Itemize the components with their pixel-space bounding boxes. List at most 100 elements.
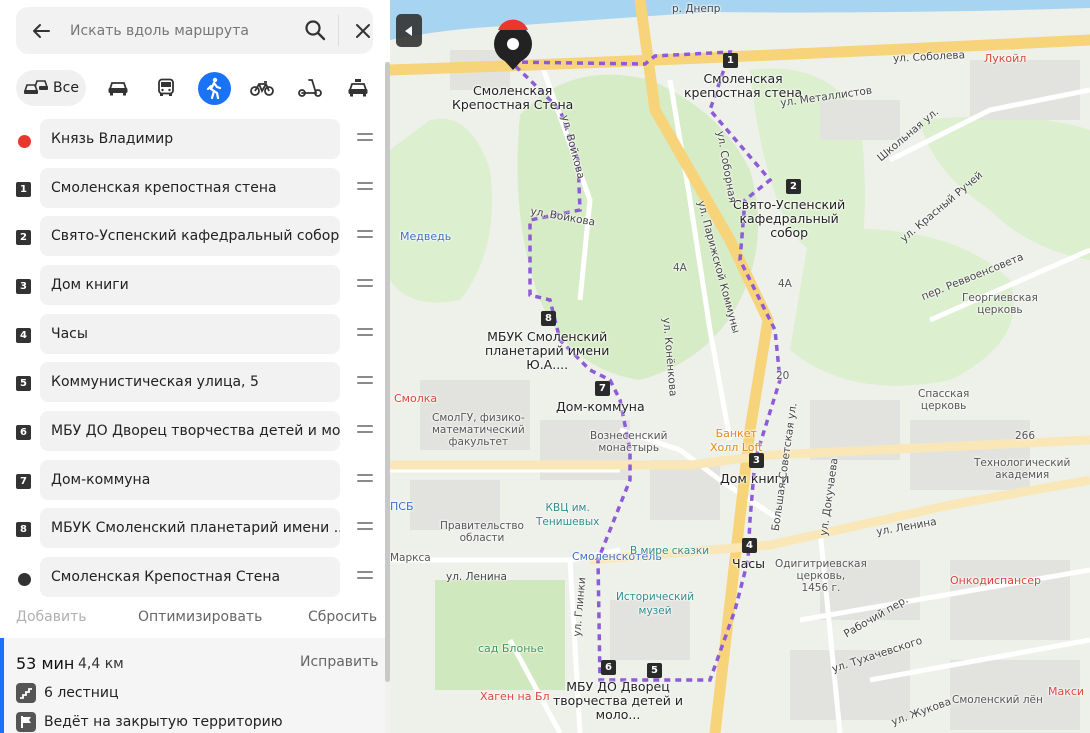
place-label[interactable]: сад Блонье: [478, 642, 544, 656]
place-label[interactable]: Онкодиспансер: [950, 574, 1041, 588]
house-number: 4А: [673, 262, 687, 274]
map-view[interactable]: 1 2 3 4 5 6 7 8 Смоленская крепостная сте…: [390, 0, 1090, 733]
route-marker-5[interactable]: 5: [647, 663, 662, 678]
route-duration: 53 мин: [16, 654, 75, 673]
route-stop-field[interactable]: Смоленская Крепостная Стена: [40, 557, 340, 597]
place-label[interactable]: Спасская церковь: [918, 388, 969, 412]
route-actions: Добавить Оптимизировать Сбросить: [0, 606, 385, 630]
add-stop-button[interactable]: Добавить: [16, 609, 86, 625]
route-marker-7[interactable]: 7: [595, 381, 610, 396]
fix-route-button[interactable]: Исправить: [300, 654, 379, 670]
place-label[interactable]: Банкет Холл Loft: [710, 427, 762, 455]
route-marker-4[interactable]: 4: [742, 538, 757, 553]
transport-mode-bar: Все: [14, 70, 378, 108]
stop-number-badge: 5: [16, 376, 31, 391]
stop-number-badge: 6: [16, 425, 31, 440]
mode-bike-button[interactable]: [244, 70, 280, 106]
collapse-panel-button[interactable]: [396, 14, 422, 47]
route-stop-field[interactable]: Князь Владимир: [40, 119, 340, 159]
optimize-button[interactable]: Оптимизировать: [138, 609, 262, 625]
mode-car-button[interactable]: [100, 70, 136, 106]
route-marker-6[interactable]: 6: [601, 660, 616, 675]
place-label[interactable]: Одигитриевская церковь, 1456 г.: [775, 558, 867, 594]
route-stop-field[interactable]: Смоленская крепостная стена: [40, 168, 340, 208]
route-marker-8[interactable]: 8: [541, 311, 556, 326]
place-label[interactable]: Исторический музей: [616, 590, 694, 618]
place-label[interactable]: Смоленский лён: [952, 694, 1043, 706]
map-label-stop-2[interactable]: Свято-Успенский кафедральный собор: [733, 198, 845, 240]
route-stop-field[interactable]: Коммунистическая улица, 5: [40, 362, 340, 402]
drag-handle-icon[interactable]: [357, 522, 373, 534]
route-stop-field[interactable]: Дом-коммуна: [40, 460, 340, 500]
drag-handle-icon[interactable]: [357, 425, 373, 437]
route-stop-field[interactable]: МБУК Смоленский планетарий имени ...: [40, 508, 340, 548]
mode-all-label: Все: [53, 80, 79, 96]
mode-transit-button[interactable]: [148, 70, 184, 106]
map-label-stop-7[interactable]: Дом-коммуна: [556, 400, 645, 414]
route-marker-2[interactable]: 2: [786, 179, 801, 194]
map-label-stop-8[interactable]: МБУК Смоленский планетарий имени Ю.А....: [485, 330, 609, 372]
stairs-note: 6 лестниц: [44, 685, 119, 701]
place-label[interactable]: Макси: [1048, 685, 1084, 699]
place-label: Маркса: [390, 552, 431, 564]
stairs-icon: [16, 683, 36, 703]
route-stop-field[interactable]: Дом книги: [40, 265, 340, 305]
search-icon[interactable]: [304, 19, 326, 41]
drag-handle-icon[interactable]: [357, 571, 373, 583]
drag-handle-icon[interactable]: [357, 279, 373, 291]
place-label[interactable]: Хаген на Бл: [480, 690, 550, 704]
mode-all-button[interactable]: Все: [16, 70, 86, 106]
drag-handle-icon[interactable]: [357, 182, 373, 194]
place-label[interactable]: ПСБ: [390, 500, 414, 514]
route-search-bar: [16, 7, 373, 54]
place-label[interactable]: Георгиевская церковь: [962, 292, 1038, 316]
drag-handle-icon[interactable]: [357, 133, 373, 145]
route-stop-field[interactable]: МБУ ДО Дворец творчества детей и мо...: [40, 411, 340, 451]
house-number: 4А: [778, 278, 792, 290]
back-arrow-icon[interactable]: [30, 20, 52, 42]
start-point-icon: [18, 135, 31, 148]
route-stop-6: 6 МБУ ДО Дворец творчества детей и мо...: [0, 411, 385, 455]
route-stop-field[interactable]: Свято-Успенский кафедральный собор: [40, 216, 340, 256]
place-label[interactable]: Лукойл: [984, 52, 1026, 66]
drag-handle-icon[interactable]: [357, 230, 373, 242]
street-label: ул. Ленина: [446, 571, 507, 583]
route-note-stairs: 6 лестниц: [16, 683, 119, 703]
route-stop-start: Князь Владимир: [0, 119, 385, 163]
close-icon[interactable]: [353, 21, 373, 41]
reset-button[interactable]: Сбросить: [308, 609, 377, 625]
route-marker-1[interactable]: 1: [723, 53, 738, 68]
stop-number-badge: 7: [16, 474, 31, 489]
place-label[interactable]: Технологический академия: [974, 457, 1070, 481]
drag-handle-icon[interactable]: [357, 474, 373, 486]
place-label[interactable]: В мире сказки: [630, 544, 709, 558]
route-stop-5: 5 Коммунистическая улица, 5: [0, 362, 385, 406]
mode-scooter-button[interactable]: [292, 70, 328, 106]
route-stop-end: Смоленская Крепостная Стена: [0, 557, 385, 601]
route-summary-card[interactable]: 53 мин 4,4 км Исправить 6 лестниц Ведёт …: [0, 638, 385, 733]
place-label[interactable]: КВЦ им. Тенишевых: [536, 501, 599, 529]
route-stop-field[interactable]: Часы: [40, 314, 340, 354]
route-stop-4: 4 Часы: [0, 314, 385, 358]
route-stop-2: 2 Свято-Успенский кафедральный собор: [0, 216, 385, 260]
place-label[interactable]: Правительство области: [440, 520, 524, 544]
drag-handle-icon[interactable]: [357, 376, 373, 388]
mode-walk-button[interactable]: [196, 70, 232, 106]
restricted-note: Ведёт на закрытую территорию: [44, 714, 283, 730]
street-label: р. Днепр: [672, 3, 721, 15]
map-label-stop-4[interactable]: Часы: [732, 557, 765, 571]
place-label[interactable]: СмолГУ, физико-математический факультет: [432, 412, 525, 448]
stop-number-badge: 3: [16, 279, 31, 294]
end-point-icon: [18, 573, 31, 586]
map-label-end[interactable]: Смоленская Крепостная Стена: [452, 84, 573, 112]
map-label-stop-6[interactable]: МБУ ДО Дворец творчества детей и моло...: [553, 680, 683, 722]
place-label[interactable]: Вознесенский монастырь: [590, 430, 667, 454]
park-blonye: [435, 580, 565, 690]
place-label[interactable]: Смолка: [394, 392, 437, 406]
stop-number-badge: 4: [16, 328, 31, 343]
place-label[interactable]: Медведь: [400, 230, 451, 244]
route-marker-3[interactable]: 3: [749, 453, 764, 468]
mode-taxi-button[interactable]: [340, 70, 376, 106]
search-input[interactable]: [68, 17, 292, 45]
drag-handle-icon[interactable]: [357, 328, 373, 340]
